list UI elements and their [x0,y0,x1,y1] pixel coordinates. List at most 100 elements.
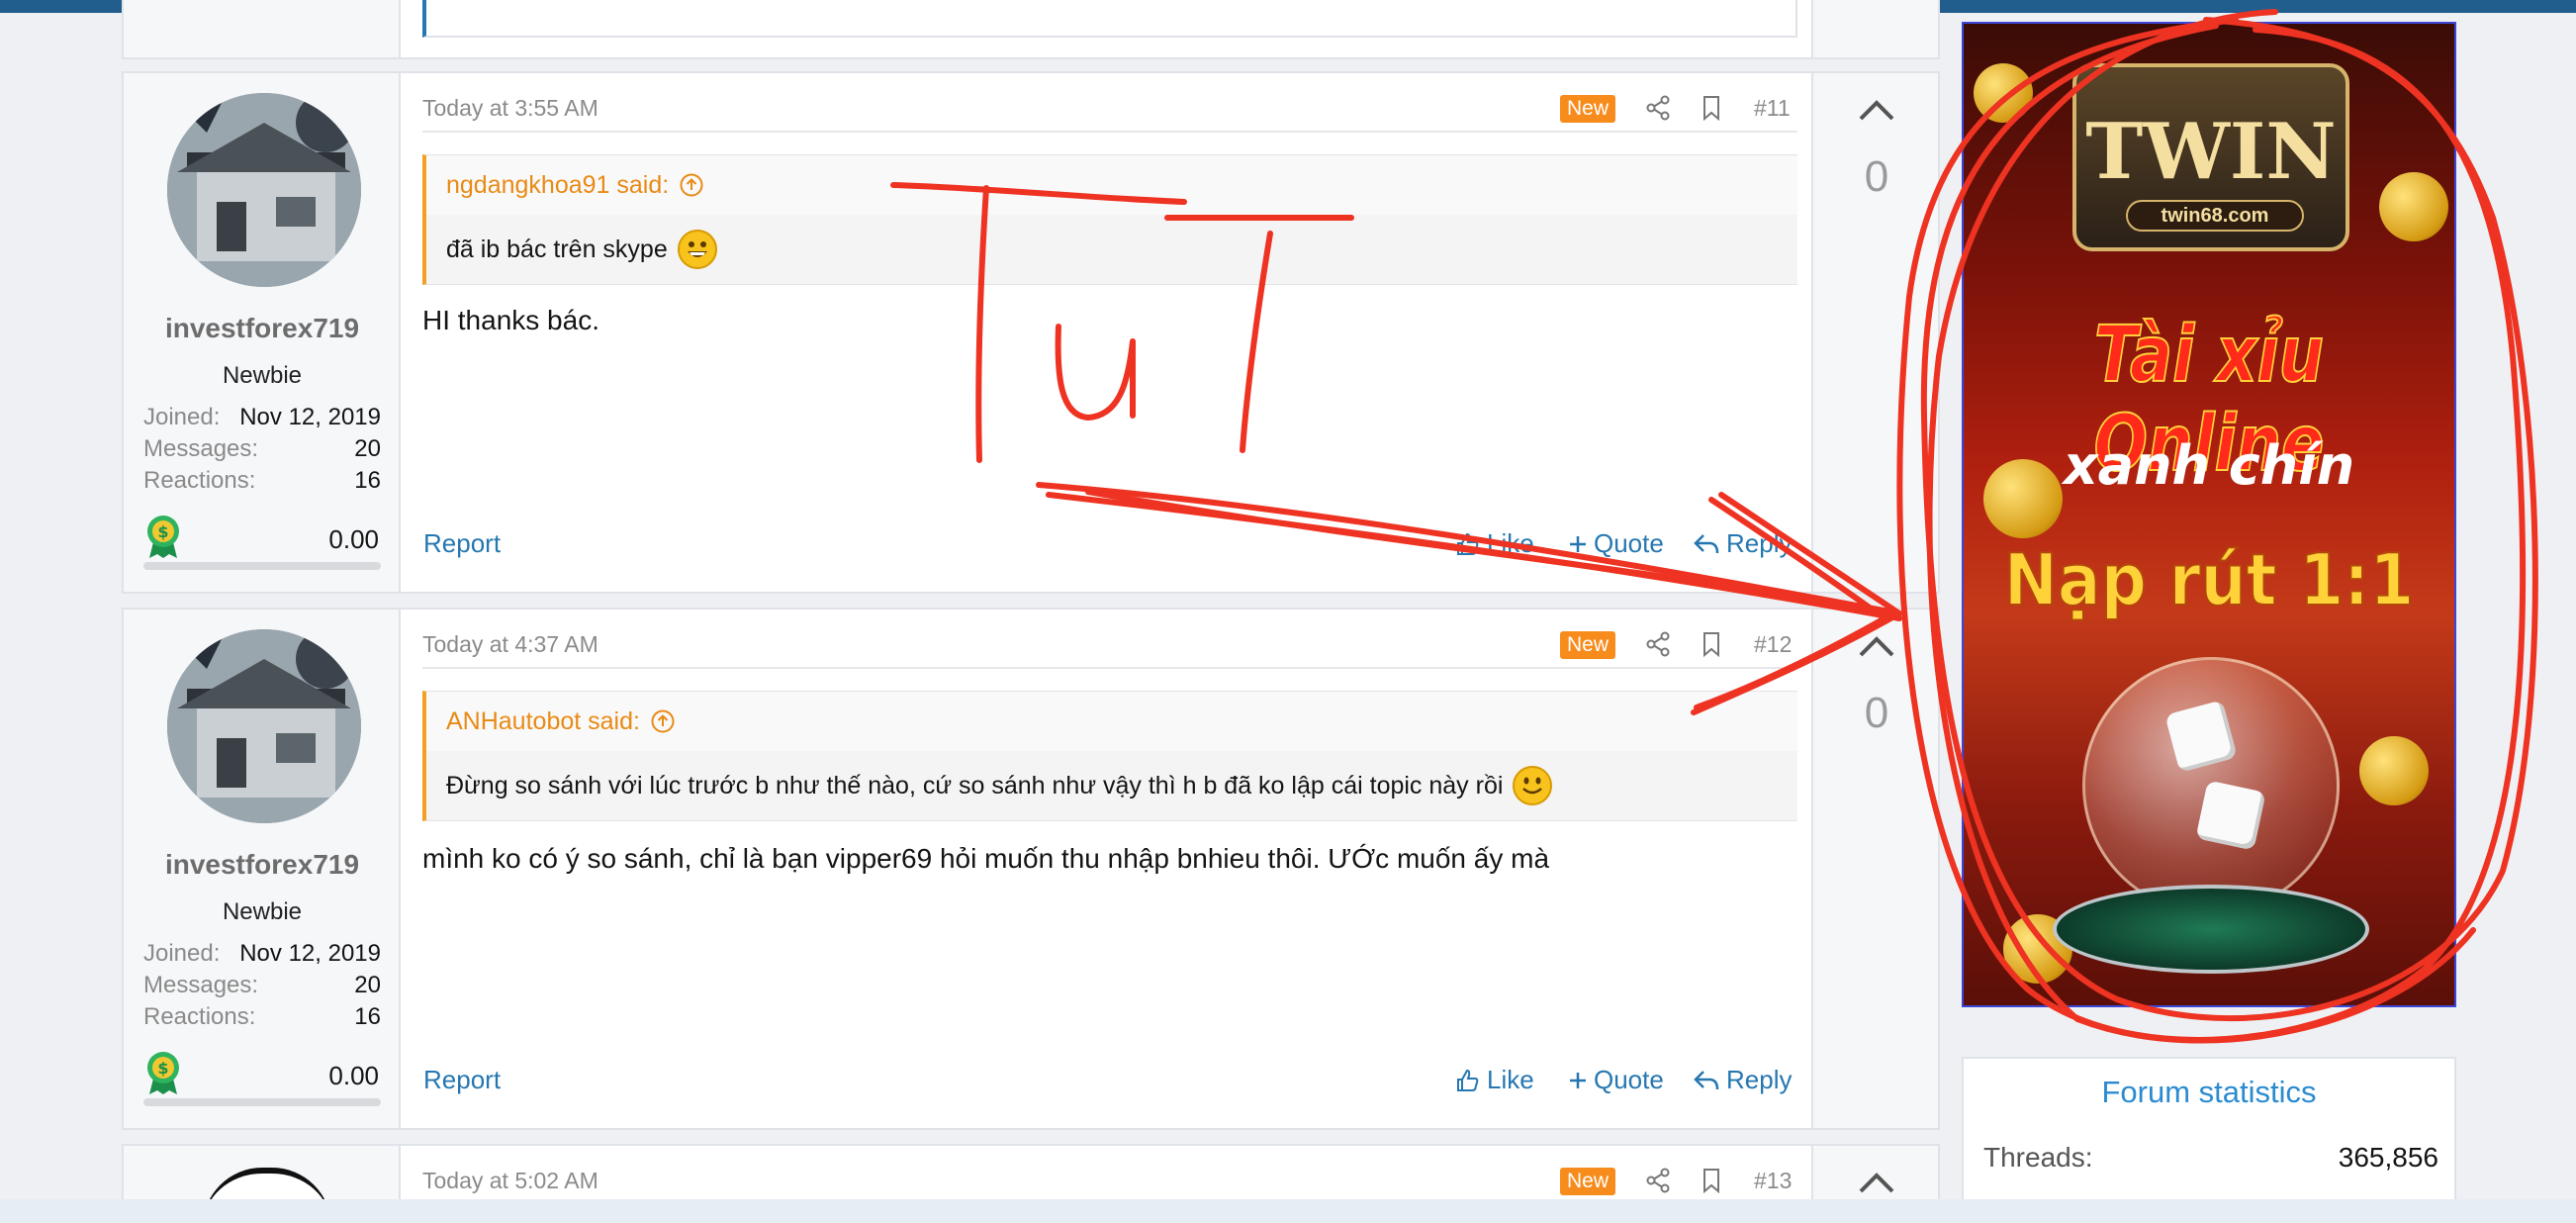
threads-row: Threads: 365,856 [1983,1142,2438,1174]
messages-value: 20 [354,972,381,998]
reply-button[interactable]: Reply [1693,528,1792,559]
svg-text:$: $ [157,1059,168,1078]
quote-body: đã ib bác trên skype [426,215,1797,284]
balance-bar [143,1098,381,1106]
user-column [124,0,401,57]
smiling-emoji-icon [1513,766,1553,805]
quote-button[interactable]: Quote [1568,1065,1664,1095]
ad-offer: Nạp rút 1:1 [2003,537,2415,622]
share-icon[interactable] [1645,631,1671,657]
joined-row: Joined: Nov 12, 2019 [143,404,381,431]
arrow-up-circle-icon[interactable] [650,708,676,734]
balance-value: 0.00 [328,524,379,554]
upvote-chevron-icon[interactable] [1857,1170,1896,1195]
like-label[interactable]: Like [1487,1065,1534,1095]
bookmark-icon[interactable] [1699,1168,1724,1193]
like-button[interactable]: Like [1455,528,1534,559]
forum-statistics: Forum statistics Threads: 365,856 [1962,1057,2456,1223]
quote-block: ngdangkhoa91 said: đã ib bác trên skype [422,154,1797,285]
upvote-chevron-icon[interactable] [1857,633,1896,659]
plus-icon [1570,1072,1586,1088]
upvote-chevron-icon[interactable] [1857,97,1896,123]
username[interactable]: investforex719 [124,849,401,881]
report-label[interactable]: Report [423,1065,501,1095]
sidebar-advertisement[interactable]: TWIN twin68.com Tài xỉu Online xanh chín… [1962,22,2456,1007]
coin-graphic [2359,736,2429,805]
joined-row: Joined: Nov 12, 2019 [143,940,381,968]
messages-value: 20 [354,435,381,462]
quote-text: Đừng so sánh với lúc trước b như thế nào… [446,771,1504,800]
post-12: investforex719 Newbie Joined: Nov 12, 20… [122,608,1940,1130]
threads-label: Threads: [1983,1142,2093,1173]
quote-author[interactable]: ngdangkhoa91 said: [446,171,669,200]
post-number[interactable]: #11 [1754,95,1791,122]
plus-icon [1570,535,1586,552]
money-badge-icon: $ [147,1052,179,1094]
like-button[interactable]: Like [1455,1065,1534,1095]
user-column: investforex719 Newbie Joined: Nov 12, 20… [124,73,401,592]
coin-graphic [1974,63,2033,123]
user-column: investforex719 Newbie Joined: Nov 12, 20… [124,610,401,1128]
joined-label: Joined: [143,940,221,967]
post-date[interactable]: Today at 4:37 AM [422,631,598,658]
header-divider [422,131,1797,133]
money-badge-icon: $ [147,516,179,558]
vote-column [1811,0,1938,57]
report-link[interactable]: Report [423,528,501,559]
quote-label[interactable]: Quote [1594,1065,1664,1095]
reply-label[interactable]: Reply [1726,1065,1792,1095]
bookmark-icon[interactable] [1699,631,1724,657]
new-badge: New [1560,631,1616,659]
arrow-up-circle-icon[interactable] [679,172,704,198]
reactions-value: 16 [354,467,381,494]
quote-header[interactable]: ANHautobot said: [426,692,1797,751]
like-label[interactable]: Like [1487,528,1534,559]
username[interactable]: investforex719 [124,313,401,344]
svg-text:$: $ [157,522,168,541]
quote-block: ANHautobot said: Đừng so sánh với lúc tr… [422,691,1797,821]
share-icon[interactable] [1645,95,1671,121]
bookmark-icon[interactable] [1699,95,1724,121]
reactions-value: 16 [354,1003,381,1030]
messages-row: Messages: 20 [143,435,381,463]
reply-icon [1694,1070,1719,1089]
dice-base-graphic [2053,885,2369,974]
user-avatar[interactable] [167,629,361,823]
reply-box-edge [422,0,1797,38]
messages-row: Messages: 20 [143,972,381,999]
report-link[interactable]: Report [423,1065,501,1095]
post-number[interactable]: #13 [1754,1168,1792,1194]
reply-label[interactable]: Reply [1726,528,1792,559]
joined-value: Nov 12, 2019 [239,404,381,430]
quote-body: Đừng so sánh với lúc trước b như thế nào… [426,751,1797,820]
quote-button[interactable]: Quote [1568,528,1664,559]
share-icon[interactable] [1645,1168,1671,1193]
new-badge: New [1560,1168,1616,1195]
ad-subheadline: xanh chín [2063,434,2355,497]
user-avatar[interactable] [167,93,361,287]
message-text: mình ko có ý so sánh, chỉ là bạn vipper6… [422,843,1550,874]
message-text: HI thanks bác. [422,305,599,335]
quote-label[interactable]: Quote [1594,528,1664,559]
ad-logo: TWIN twin68.com [2072,63,2349,251]
new-badge: New [1560,95,1616,123]
messages-label: Messages: [143,972,259,998]
coin-graphic [2379,172,2448,241]
vote-column: 0 [1811,610,1938,1128]
grinning-emoji-icon [677,230,717,269]
reactions-label: Reactions: [143,467,256,494]
reply-icon [1694,533,1719,553]
post-date[interactable]: Today at 3:55 AM [422,95,598,122]
reply-button[interactable]: Reply [1693,1065,1792,1095]
user-title: Newbie [222,362,303,389]
post-date[interactable]: Today at 5:02 AM [422,1168,598,1194]
quote-author[interactable]: ANHautobot said: [446,707,640,736]
post-number[interactable]: #12 [1754,631,1792,658]
header-divider [422,667,1797,669]
reactions-row: Reactions: 16 [143,1003,381,1031]
vote-count: 0 [1864,152,1889,201]
ad-logo-text: TWIN [2085,107,2337,197]
report-label[interactable]: Report [423,528,501,559]
forum-statistics-title[interactable]: Forum statistics [1964,1075,2454,1110]
quote-header[interactable]: ngdangkhoa91 said: [426,155,1797,215]
